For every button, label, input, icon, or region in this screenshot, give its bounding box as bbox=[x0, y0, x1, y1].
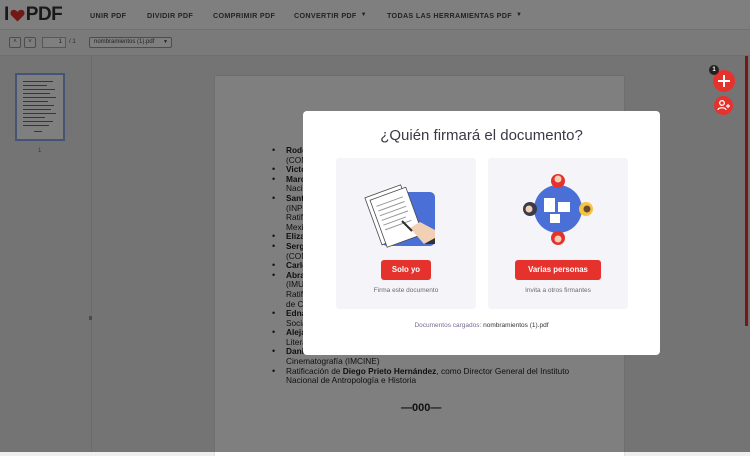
varias-personas-subtitle: Invita a otros firmantes bbox=[525, 287, 591, 294]
count-badge: 1 bbox=[709, 65, 719, 75]
varias-personas-button[interactable]: Varias personas bbox=[515, 260, 601, 280]
solo-yo-button[interactable]: Solo yo bbox=[381, 260, 431, 280]
uploaded-filename: nombramientos (1).pdf bbox=[483, 322, 549, 329]
option-card-solo[interactable]: Solo yo Firma este documento bbox=[336, 158, 476, 309]
modal-title: ¿Quién firmará el documento? bbox=[380, 127, 583, 144]
option-card-multi[interactable]: Varias personas Invita a otros firmantes bbox=[488, 158, 628, 309]
people-at-table-illustration bbox=[523, 174, 593, 245]
signers-fab[interactable] bbox=[714, 96, 733, 115]
sign-document-illustration bbox=[364, 184, 435, 248]
add-signer-icon bbox=[717, 100, 730, 111]
signer-choice-modal: ¿Quién firmará el documento? Solo yo Fir… bbox=[303, 111, 660, 355]
uploaded-documents: Documentos cargados: nombramientos (1).p… bbox=[303, 322, 660, 329]
uploaded-label: Documentos cargados: bbox=[414, 322, 482, 329]
solo-yo-subtitle: Firma este documento bbox=[373, 287, 439, 294]
